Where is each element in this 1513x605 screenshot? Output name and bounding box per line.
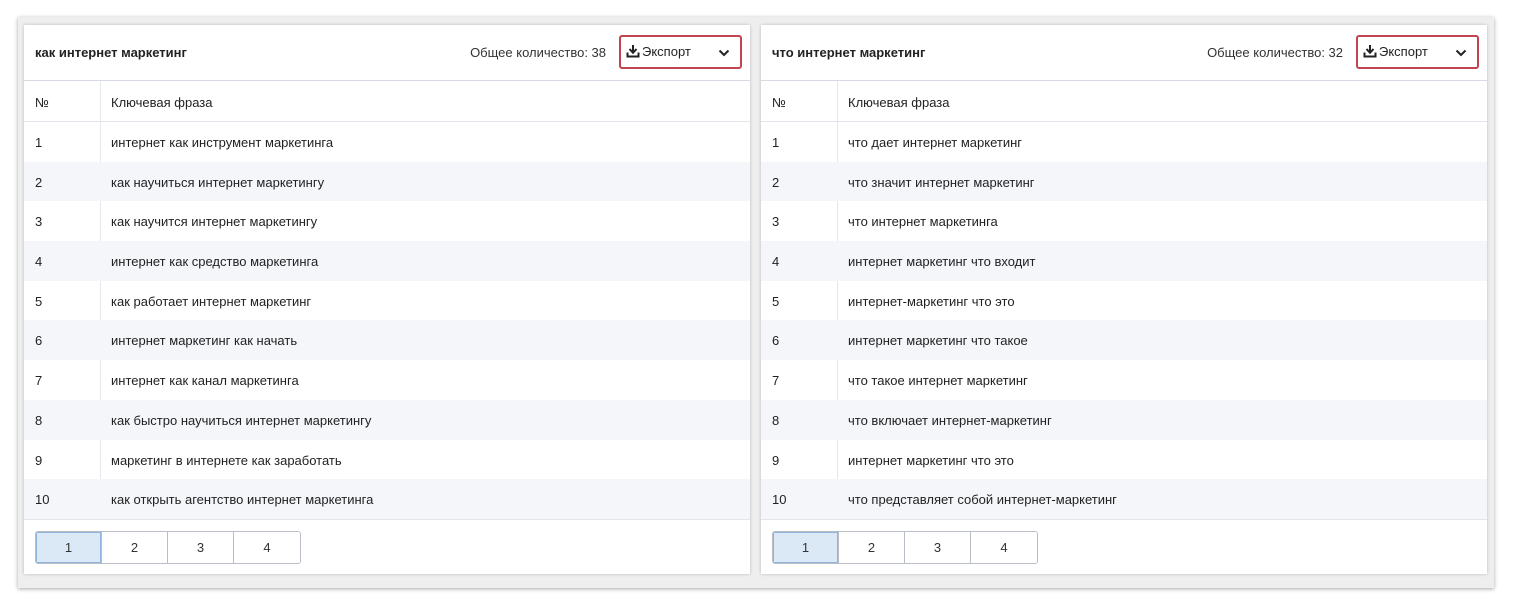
- row-phrase: интернет как средство маркетинга: [111, 254, 319, 270]
- table-row: 3 что интернет маркетинга: [761, 201, 1487, 241]
- row-phrase: что значит интернет маркетинг: [848, 174, 1035, 190]
- export-label: Экспорт: [1379, 44, 1428, 59]
- row-number: 7: [35, 373, 43, 389]
- row-number: 1: [772, 135, 780, 150]
- row-phrase: маркетинг в интернете как заработать: [111, 452, 342, 468]
- row-phrase: как быстро научиться интернет маркетингу: [111, 412, 372, 428]
- row-number: 2: [35, 174, 43, 190]
- row-phrase: что интернет маркетинга: [848, 214, 998, 230]
- row-number: 4: [772, 254, 780, 270]
- row-number: 6: [35, 333, 43, 349]
- page-button-2[interactable]: 2: [839, 532, 905, 563]
- export-button[interactable]: Экспорт: [619, 35, 742, 69]
- pagination: 1 2 3 4: [35, 531, 301, 564]
- panel-title: что интернет маркетинг: [772, 45, 926, 60]
- table-row: 2 как научиться интернет маркетингу: [24, 161, 750, 202]
- row-number: 1: [35, 135, 43, 150]
- row-phrase: как работает интернет маркетинг: [111, 293, 312, 309]
- results-frame: как интернет маркетинг Общее количество:…: [18, 17, 1494, 588]
- table-row: 4 интернет как средство маркетинга: [24, 241, 750, 281]
- table-row: 1 интернет как инструмент маркетинга: [24, 122, 750, 162]
- table-row: 8 как быстро научиться интернет маркетинг…: [24, 399, 750, 440]
- keyword-panel-right: что интернет маркетинг Общее количество:…: [761, 25, 1487, 574]
- page-button-1[interactable]: 1: [36, 532, 102, 563]
- page-button-3[interactable]: 3: [905, 532, 971, 563]
- table-row: 9 маркетинг в интернете как заработать: [24, 440, 750, 480]
- row-phrase: интернет маркетинг как начать: [111, 333, 298, 349]
- column-header-number: №: [35, 95, 49, 110]
- page-button-4[interactable]: 4: [971, 532, 1037, 563]
- page-button-3[interactable]: 3: [168, 532, 234, 563]
- row-phrase: что представляет собой интернет-маркетин…: [848, 492, 1117, 508]
- row-phrase: что включает интернет-маркетинг: [848, 412, 1052, 428]
- table-row: 1 что дает интернет маркетинг: [761, 122, 1487, 162]
- row-number: 9: [772, 452, 780, 468]
- row-phrase: как научится интернет маркетингу: [111, 214, 318, 230]
- page-button-1[interactable]: 1: [773, 532, 839, 563]
- row-number: 8: [35, 412, 43, 428]
- pagination: 1 2 3 4: [772, 531, 1038, 564]
- row-number: 4: [35, 254, 43, 270]
- pagination-area: 1 2 3 4: [761, 519, 1487, 574]
- panel-title: как интернет маркетинг: [35, 45, 187, 60]
- row-number: 8: [772, 412, 780, 428]
- table-row: 10 что представляет собой интернет-маркет…: [761, 479, 1487, 519]
- keyword-panel-left: как интернет маркетинг Общее количество:…: [24, 25, 750, 574]
- row-phrase: как научиться интернет маркетингу: [111, 174, 325, 190]
- row-number: 5: [35, 293, 43, 309]
- export-label: Экспорт: [642, 44, 691, 59]
- row-phrase: интернет маркетинг что это: [848, 452, 1014, 468]
- table-body: 1 что дает интернет маркетинг 2 что значит…: [761, 122, 1487, 519]
- table-row: 5 интернет-маркетинг что это: [761, 281, 1487, 321]
- column-header-number: №: [772, 95, 786, 110]
- page-button-4[interactable]: 4: [234, 532, 300, 563]
- table-row: 8 что включает интернет-маркетинг: [761, 399, 1487, 440]
- row-phrase: интернет маркетинг что такое: [848, 333, 1028, 349]
- table-header: № Ключевая фраза: [761, 81, 1487, 122]
- table-row: 9 интернет маркетинг что это: [761, 440, 1487, 480]
- table-row: 5 как работает интернет маркетинг: [24, 281, 750, 321]
- table-row: 7 что такое интернет маркетинг: [761, 360, 1487, 400]
- row-number: 2: [772, 174, 780, 190]
- row-number: 9: [35, 452, 43, 468]
- row-number: 3: [35, 214, 43, 230]
- row-phrase: интернет как инструмент маркетинга: [111, 135, 334, 150]
- table-header: № Ключевая фраза: [24, 81, 750, 122]
- panel-header: как интернет маркетинг Общее количество:…: [24, 25, 750, 81]
- row-phrase: интернет-маркетинг что это: [848, 293, 1015, 309]
- row-number: 3: [772, 214, 780, 230]
- row-number: 6: [772, 333, 780, 349]
- row-number: 10: [35, 492, 50, 508]
- table-row: 10 как открыть агентство интернет маркети…: [24, 479, 750, 519]
- total-count: Общее количество: 32: [1207, 45, 1343, 60]
- row-phrase: интернет маркетинг что входит: [848, 254, 1036, 270]
- table-row: 6 интернет маркетинг как начать: [24, 320, 750, 361]
- row-phrase: интернет как канал маркетинга: [111, 373, 299, 389]
- export-button[interactable]: Экспорт: [1356, 35, 1479, 69]
- column-header-phrase: Ключевая фраза: [848, 95, 950, 110]
- table-row: 6 интернет маркетинг что такое: [761, 320, 1487, 361]
- table-body: 1 интернет как инструмент маркетинга 2 как…: [24, 122, 750, 519]
- table-row: 4 интернет маркетинг что входит: [761, 241, 1487, 281]
- table-row: 3 как научится интернет маркетингу: [24, 201, 750, 241]
- chevron-down-icon[interactable]: [718, 48, 730, 58]
- row-number: 5: [772, 293, 780, 309]
- pagination-area: 1 2 3 4: [24, 519, 750, 574]
- chevron-down-icon[interactable]: [1455, 48, 1467, 58]
- row-number: 7: [772, 373, 780, 389]
- row-phrase: как открыть агентство интернет маркетинг…: [111, 492, 374, 508]
- panel-header: что интернет маркетинг Общее количество:…: [761, 25, 1487, 81]
- row-number: 10: [772, 492, 787, 508]
- table-row: 2 что значит интернет маркетинг: [761, 161, 1487, 202]
- row-phrase: что такое интернет маркетинг: [848, 373, 1028, 389]
- download-icon: [1363, 45, 1377, 58]
- row-phrase: что дает интернет маркетинг: [848, 135, 1023, 150]
- column-header-phrase: Ключевая фраза: [111, 95, 213, 110]
- download-icon: [626, 45, 640, 58]
- total-count: Общее количество: 38: [470, 45, 606, 60]
- table-row: 7 интернет как канал маркетинга: [24, 360, 750, 400]
- page-button-2[interactable]: 2: [102, 532, 168, 563]
